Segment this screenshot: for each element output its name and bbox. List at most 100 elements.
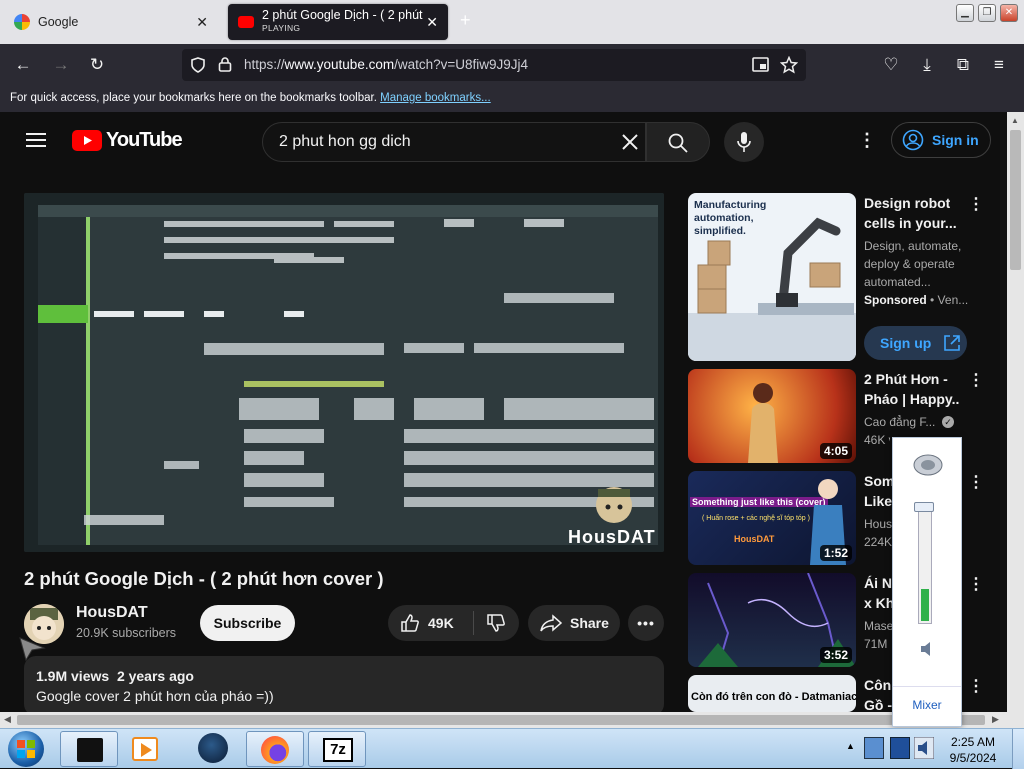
pocket-icon[interactable]: ♡: [880, 54, 902, 76]
like-dislike-group: 49K: [388, 605, 519, 641]
external-link-icon: [944, 335, 961, 351]
recommendation-title-line2[interactable]: Gồ -: [864, 695, 892, 712]
sponsored-label: Sponsored • Ven...: [864, 293, 969, 307]
youtube-logo[interactable]: YouTube: [72, 129, 183, 152]
taskbar-app-firefox[interactable]: [246, 731, 304, 767]
tab-google[interactable]: Google ✕: [4, 4, 218, 40]
ad-menu-icon[interactable]: ⋮: [968, 194, 984, 214]
recommendation-thumbnail[interactable]: Something just like this (cover) ( Huấn …: [688, 471, 856, 565]
start-button[interactable]: [8, 731, 44, 767]
ad-thumbnail[interactable]: Manufacturing automation, simplified.: [688, 193, 856, 361]
volume-slider-track[interactable]: [918, 504, 932, 624]
close-tab-icon[interactable]: ✕: [426, 14, 438, 31]
view-count: 1.9M views: [36, 668, 110, 684]
ad-title-line1[interactable]: Design robot: [864, 193, 950, 213]
recommendation-channel[interactable]: Mase: [864, 617, 892, 635]
address-bar[interactable]: https://www.youtube.com/watch?v=U8fiw9J9…: [182, 49, 806, 81]
monitor-icon[interactable]: [890, 737, 910, 759]
network-icon[interactable]: [864, 737, 884, 759]
recommendation-title-line2[interactable]: Pháo | Happy...: [864, 389, 960, 409]
video-player[interactable]: HousDAT: [24, 193, 664, 552]
back-icon[interactable]: ←: [12, 54, 34, 76]
ad-signup-button[interactable]: Sign up: [864, 326, 967, 360]
speaker-icon[interactable]: [919, 640, 935, 658]
volume-tray-icon[interactable]: [914, 737, 934, 759]
search-input[interactable]: 2 phut hon gg dich: [262, 122, 646, 162]
subscribe-button[interactable]: Subscribe: [200, 605, 295, 641]
media-player-icon[interactable]: [132, 737, 158, 761]
downloads-icon[interactable]: ⤓: [916, 54, 938, 76]
show-hidden-icons-arrow[interactable]: ▲: [846, 741, 855, 751]
recommendation-menu-icon[interactable]: ⋮: [968, 574, 984, 594]
description-box[interactable]: 1.9M views 2 years ago Google cover 2 ph…: [24, 656, 664, 712]
clear-search-icon[interactable]: [621, 133, 639, 151]
minimize-icon[interactable]: ▁: [956, 4, 974, 22]
system-clock[interactable]: 2:25 AM 9/5/2024: [944, 734, 1002, 766]
tab-title: Google: [38, 15, 79, 29]
scroll-right-arrow-icon[interactable]: ▶: [992, 714, 999, 725]
globe-app-icon[interactable]: [198, 733, 228, 763]
microphone-icon: [737, 132, 751, 152]
restore-icon[interactable]: ❐: [978, 4, 996, 22]
taskbar-app-7zip[interactable]: 7z: [308, 731, 366, 767]
ad-signup-label: Sign up: [880, 335, 932, 351]
recommendation-menu-icon[interactable]: ⋮: [968, 370, 984, 390]
bookmark-star-icon[interactable]: [780, 56, 798, 74]
recommendation-title-line1[interactable]: Som: [864, 471, 892, 491]
recommendation-thumbnail[interactable]: 3:52: [688, 573, 856, 667]
channel-name[interactable]: HousDAT: [76, 604, 148, 622]
recommendation-menu-icon[interactable]: ⋮: [968, 472, 984, 492]
vertical-scrollbar[interactable]: ▲: [1007, 112, 1024, 712]
share-button[interactable]: Share: [528, 605, 620, 641]
picture-in-picture-icon[interactable]: [752, 57, 769, 72]
close-window-icon[interactable]: ✕: [1000, 4, 1018, 22]
navigation-toolbar: ← → ↻ https://www.youtube.com/watch?v=U8…: [0, 44, 1024, 86]
recommendation-channel[interactable]: Cao đẳng F...: [864, 413, 944, 431]
youtube-icon: [238, 16, 254, 28]
forward-icon[interactable]: →: [50, 54, 72, 76]
more-actions-button[interactable]: •••: [628, 605, 664, 641]
thumbs-down-icon[interactable]: [486, 613, 506, 633]
thumbnail-channel-tag: HousDAT: [734, 534, 775, 544]
recommendation-menu-icon[interactable]: ⋮: [968, 676, 984, 696]
shield-icon[interactable]: [190, 57, 206, 73]
manage-bookmarks-link[interactable]: Manage bookmarks...: [380, 92, 491, 104]
like-count: 49K: [428, 615, 454, 631]
sign-in-button[interactable]: Sign in: [891, 122, 991, 158]
ad-description-line3: automated...: [864, 275, 931, 289]
recommendation-views: 224K: [864, 535, 892, 549]
hamburger-menu-icon[interactable]: ≡: [988, 54, 1010, 76]
volume-slider-fill: [921, 589, 929, 621]
mixer-link[interactable]: Mixer: [893, 698, 961, 712]
show-desktop-button[interactable]: [1012, 729, 1024, 769]
bookmarks-toolbar: For quick access, place your bookmarks h…: [0, 86, 1024, 112]
terminal-icon: [77, 738, 103, 762]
taskbar-app-terminal[interactable]: [60, 731, 118, 767]
lock-icon[interactable]: [218, 56, 232, 73]
horizontal-scrollbar[interactable]: ◀ ▶: [0, 712, 1024, 728]
voice-search-button[interactable]: [724, 122, 764, 162]
reload-icon[interactable]: ↻: [86, 54, 108, 76]
tab-youtube[interactable]: 2 phút Google Dịch - ( 2 phút hơn PLAYIN…: [228, 4, 448, 40]
recommendation-title-line1[interactable]: Côn: [864, 675, 892, 695]
recommendation-channel[interactable]: Hous: [864, 515, 892, 533]
like-button[interactable]: 49K: [388, 611, 474, 635]
recommendation-title-line2[interactable]: Like: [864, 491, 892, 511]
recommendation-thumbnail[interactable]: 4:05: [688, 369, 856, 463]
close-tab-icon[interactable]: ✕: [196, 14, 208, 31]
guide-menu-icon[interactable]: [26, 132, 46, 148]
recommendation-title-line1[interactable]: 2 Phút Hơn -: [864, 369, 960, 389]
extensions-icon[interactable]: ⧉: [952, 54, 974, 76]
search-button[interactable]: [646, 122, 710, 162]
scroll-left-arrow-icon[interactable]: ◀: [4, 714, 11, 725]
scroll-up-arrow-icon[interactable]: ▲: [1011, 116, 1019, 125]
scrollbar-thumb[interactable]: [1010, 130, 1021, 270]
recommendation-title-line1[interactable]: Ái N: [864, 573, 892, 593]
new-tab-icon[interactable]: +: [460, 10, 471, 31]
settings-kebab-icon[interactable]: ⋮: [858, 130, 876, 151]
ad-title-line2[interactable]: cells in your...: [864, 213, 957, 233]
recommendation-title-line2[interactable]: x Kh: [864, 593, 892, 613]
volume-slider-thumb[interactable]: [914, 502, 934, 512]
scrollbar-thumb[interactable]: [17, 715, 985, 725]
recommendation-thumbnail[interactable]: Còn đó trên con đò - Datmaniac: [688, 675, 856, 712]
